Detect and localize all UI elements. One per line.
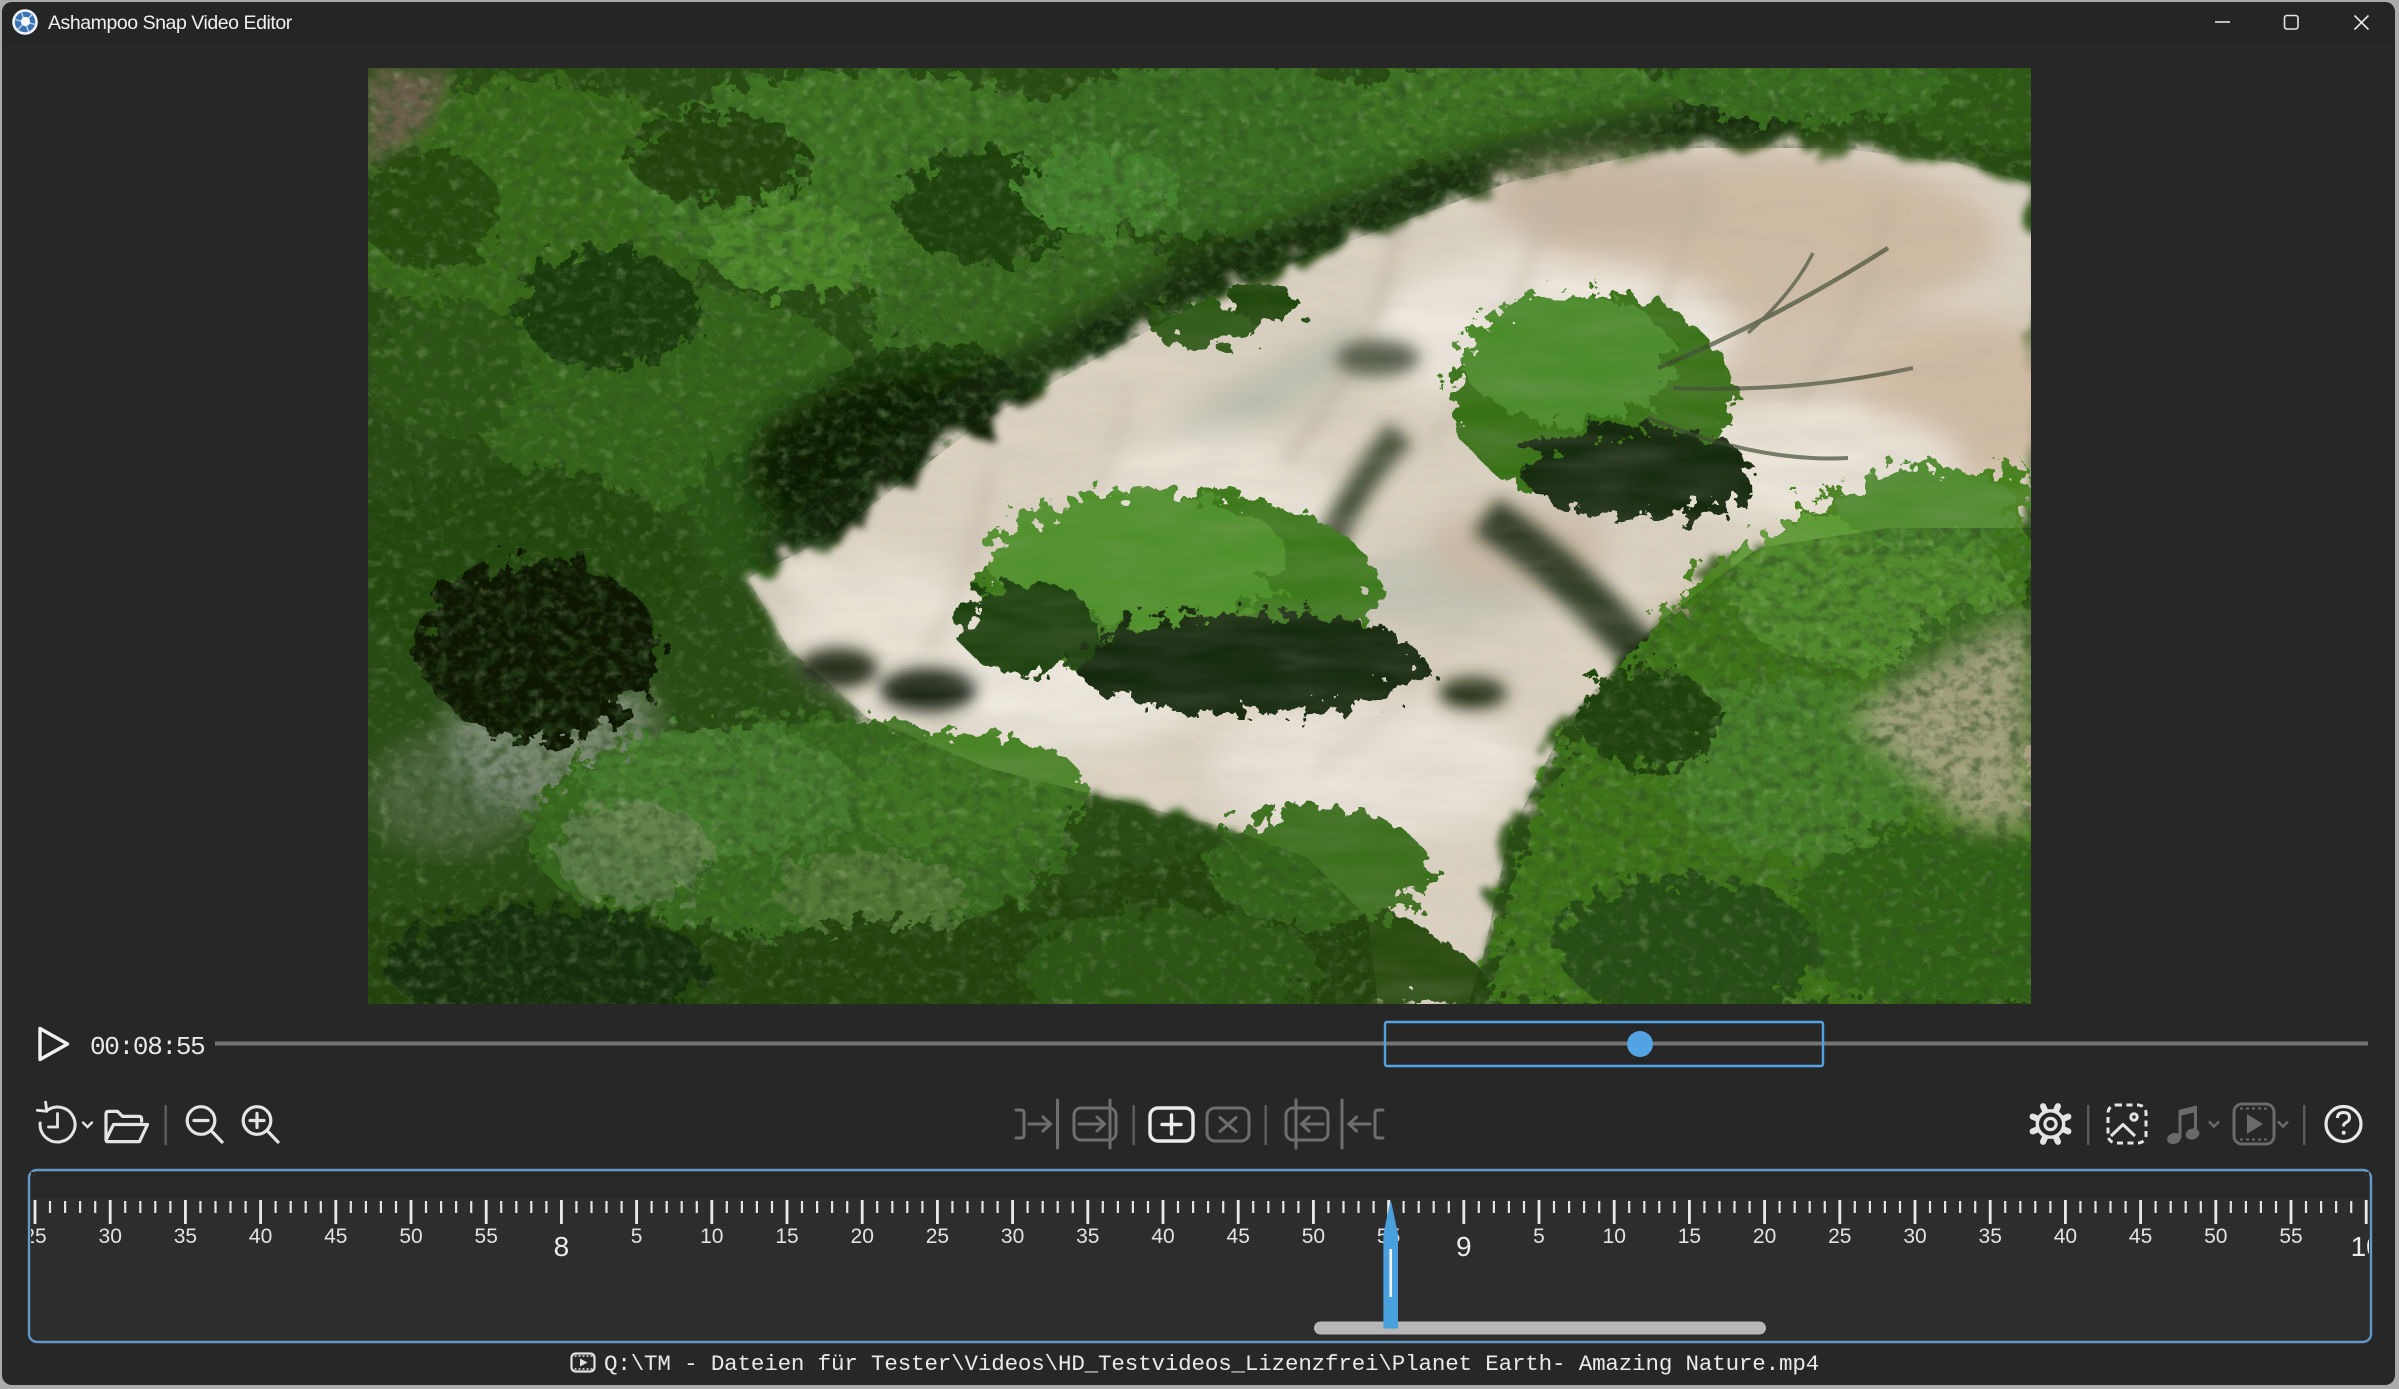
svg-text:20: 20 — [851, 1225, 874, 1248]
svg-text:15: 15 — [775, 1225, 798, 1248]
svg-text:10: 10 — [700, 1225, 723, 1248]
svg-text:55: 55 — [2279, 1225, 2302, 1248]
svg-text:30: 30 — [99, 1225, 122, 1248]
svg-text:30: 30 — [1903, 1225, 1926, 1248]
svg-text:10: 10 — [1603, 1225, 1626, 1248]
svg-text:20: 20 — [1753, 1225, 1776, 1248]
svg-text:5: 5 — [631, 1225, 643, 1248]
svg-text:45: 45 — [324, 1225, 347, 1248]
svg-text:50: 50 — [399, 1225, 422, 1248]
svg-text:15: 15 — [1678, 1225, 1701, 1248]
svg-text:45: 45 — [2129, 1225, 2152, 1248]
svg-text:25: 25 — [23, 1225, 46, 1248]
svg-text:8: 8 — [554, 1231, 570, 1262]
svg-text:50: 50 — [2204, 1225, 2227, 1248]
svg-text:55: 55 — [475, 1225, 498, 1248]
svg-text:45: 45 — [1227, 1225, 1250, 1248]
svg-text:25: 25 — [926, 1225, 949, 1248]
svg-text:35: 35 — [1979, 1225, 2002, 1248]
svg-text:40: 40 — [249, 1225, 272, 1248]
svg-text:10: 10 — [2351, 1231, 2382, 1262]
svg-text:35: 35 — [1076, 1225, 1099, 1248]
svg-text:9: 9 — [1456, 1231, 1472, 1262]
svg-text:25: 25 — [1828, 1225, 1851, 1248]
svg-text:50: 50 — [1302, 1225, 1325, 1248]
svg-text:35: 35 — [174, 1225, 197, 1248]
svg-text:40: 40 — [1151, 1225, 1174, 1248]
svg-text:5: 5 — [1533, 1225, 1545, 1248]
svg-text:40: 40 — [2054, 1225, 2077, 1248]
svg-text:30: 30 — [1001, 1225, 1024, 1248]
